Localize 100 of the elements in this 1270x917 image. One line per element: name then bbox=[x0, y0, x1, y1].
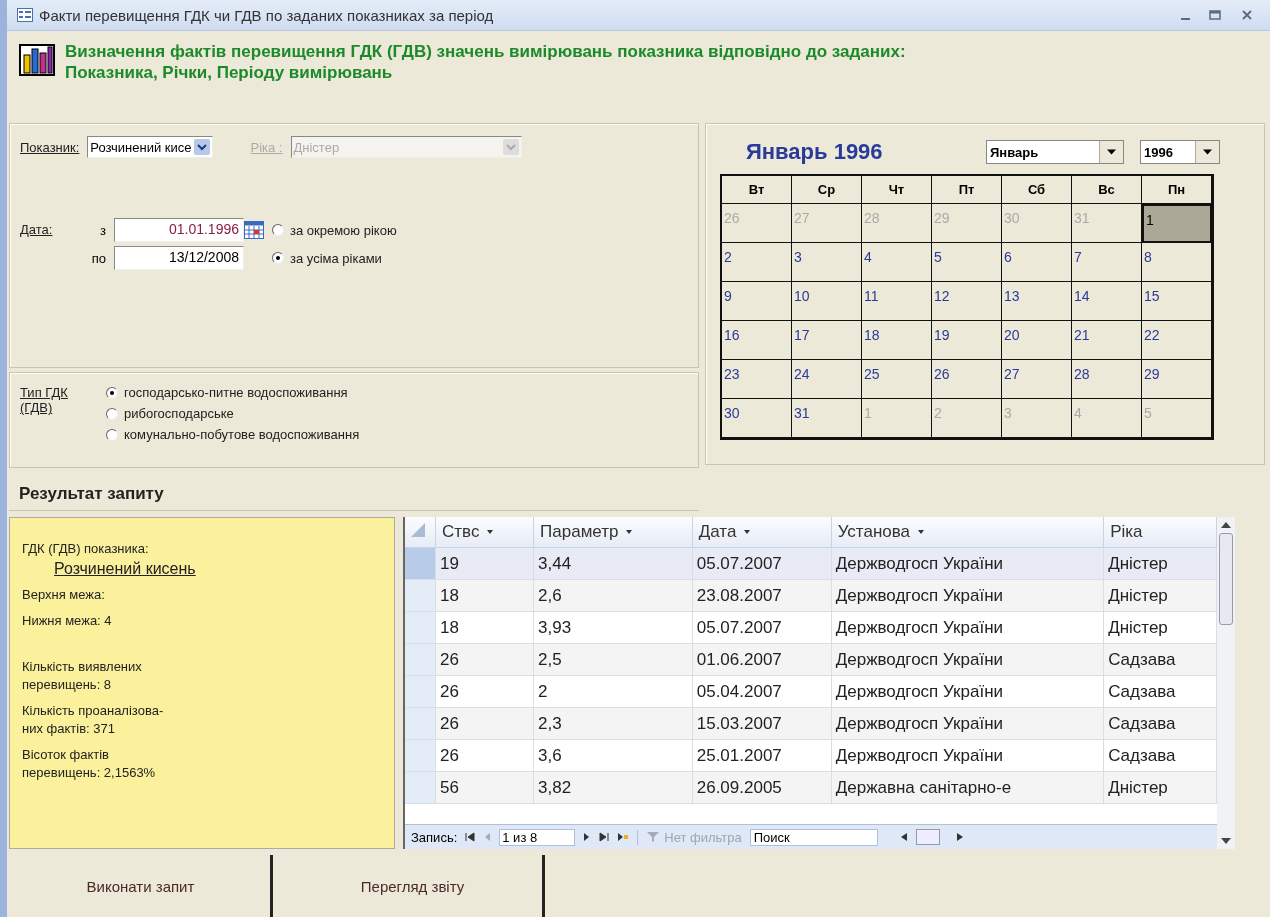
river-label: Ріка : bbox=[250, 139, 283, 155]
radio-button[interactable] bbox=[106, 407, 118, 420]
scroll-thumb[interactable] bbox=[915, 829, 940, 845]
calendar-day[interactable]: 28 bbox=[1072, 360, 1142, 399]
previous-record-icon bbox=[483, 832, 492, 842]
table-cell: 18 bbox=[435, 611, 534, 644]
indicator-dropdown[interactable]: Розчинений кисе bbox=[87, 136, 213, 158]
indicator-name: Розчинений кисень bbox=[53, 560, 197, 578]
table-cell: 2,5 bbox=[533, 643, 693, 676]
vertical-scrollbar[interactable] bbox=[1217, 517, 1235, 849]
calendar-day[interactable]: 7 bbox=[1072, 243, 1142, 282]
record-number-field[interactable]: 1 из 8 bbox=[499, 828, 576, 846]
table-cell: 26 bbox=[435, 675, 534, 708]
table-cell: Дністер bbox=[1103, 579, 1217, 612]
calendar-day[interactable]: 24 bbox=[792, 360, 862, 399]
search-field[interactable]: Поиск bbox=[749, 828, 878, 846]
table-cell: 01.06.2007 bbox=[692, 643, 832, 676]
calendar-day[interactable]: 19 bbox=[932, 321, 1002, 360]
indicator-label: Показник: bbox=[20, 139, 80, 155]
date-label: Дата: bbox=[20, 221, 54, 237]
table-cell: 2,6 bbox=[533, 579, 693, 612]
column-header[interactable]: Дата bbox=[692, 517, 832, 548]
table-cell: 18 bbox=[435, 579, 534, 612]
calendar-day[interactable]: 6 bbox=[1002, 243, 1072, 282]
horizontal-scrollbar[interactable] bbox=[899, 829, 964, 845]
calendar-icon bbox=[244, 221, 264, 239]
limit-type-label: Тип ГДК (ГДВ) bbox=[20, 385, 69, 417]
table-cell: 26 bbox=[435, 739, 534, 772]
table-cell: 3,93 bbox=[533, 611, 693, 644]
table-cell: 3,6 bbox=[533, 739, 693, 772]
weekday-header: Вт bbox=[722, 176, 792, 204]
column-header[interactable]: Параметр bbox=[533, 517, 693, 548]
calendar-day[interactable]: 26 bbox=[932, 360, 1002, 399]
calendar-day[interactable]: 25 bbox=[862, 360, 932, 399]
calendar-day[interactable]: 16 bbox=[722, 321, 792, 360]
radio-button[interactable] bbox=[272, 224, 284, 236]
window-title: Факти перевищення ГДК чи ГДВ по заданих показниках за період bbox=[39, 6, 495, 24]
calendar-day[interactable]: 22 bbox=[1142, 321, 1212, 360]
calendar-day[interactable]: 5 bbox=[932, 243, 1002, 282]
radio-button[interactable] bbox=[106, 386, 118, 399]
table-cell: 25.01.2007 bbox=[692, 739, 832, 772]
last-record-icon bbox=[599, 832, 610, 842]
minimize-icon bbox=[1181, 18, 1190, 20]
radio-label: за усіма ріками bbox=[290, 250, 382, 266]
calendar-day[interactable]: 18 bbox=[862, 321, 932, 360]
table-cell: 56 bbox=[435, 771, 534, 804]
table-cell: 05.04.2007 bbox=[692, 675, 832, 708]
calendar-day[interactable]: 2 bbox=[722, 243, 792, 282]
calendar-day[interactable]: 8 bbox=[1142, 243, 1212, 282]
column-header[interactable]: Ствс bbox=[435, 517, 534, 548]
row-selector[interactable] bbox=[405, 547, 436, 580]
year-dropdown[interactable]: 1996 bbox=[1140, 140, 1220, 164]
calendar-day[interactable]: 14 bbox=[1072, 282, 1142, 321]
month-dropdown[interactable]: Январь bbox=[986, 140, 1124, 164]
column-header[interactable]: Ріка bbox=[1103, 517, 1217, 548]
table-cell: Дністер bbox=[1103, 547, 1217, 580]
weekday-header: Чт bbox=[862, 176, 932, 204]
calendar-day[interactable]: 23 bbox=[722, 360, 792, 399]
table-cell: Садзава bbox=[1103, 707, 1217, 740]
summary-text: Нижня межа: 4 bbox=[22, 612, 113, 630]
table-cell: Садзава bbox=[1103, 739, 1217, 772]
calendar-day[interactable]: 20 bbox=[1002, 321, 1072, 360]
column-header[interactable]: Установа bbox=[831, 517, 1104, 548]
radio-button[interactable] bbox=[106, 428, 118, 441]
table-cell: 26.09.2005 bbox=[692, 771, 832, 804]
table-cell: 05.07.2007 bbox=[692, 547, 832, 580]
table-cell: Держводгосп України bbox=[831, 547, 1104, 580]
table-cell: Садзава bbox=[1103, 643, 1217, 676]
radio-button[interactable] bbox=[272, 252, 284, 264]
calendar-day[interactable]: 1 bbox=[1142, 204, 1212, 243]
from-date-field[interactable]: 01.01.1996 bbox=[114, 218, 244, 242]
calendar-day[interactable]: 13 bbox=[1002, 282, 1072, 321]
to-date-field[interactable]: 13/12/2008 bbox=[114, 246, 244, 270]
funnel-icon bbox=[646, 831, 661, 843]
calendar-day[interactable]: 15 bbox=[1142, 282, 1212, 321]
calendar-day[interactable]: 11 bbox=[862, 282, 932, 321]
summary-text: Кількість проаналізова- них фактів: 371 bbox=[22, 702, 165, 738]
calendar-day[interactable]: 21 bbox=[1072, 321, 1142, 360]
radio-label: комунально-побутове водоспоживання bbox=[124, 427, 360, 442]
table-cell: Держводгосп України bbox=[831, 707, 1104, 740]
calendar-day[interactable]: 4 bbox=[862, 243, 932, 282]
scroll-right-icon bbox=[955, 832, 964, 842]
calendar-day[interactable]: 30 bbox=[722, 399, 792, 438]
radio-label: рибогосподарське bbox=[124, 406, 234, 421]
calendar-day[interactable]: 31 bbox=[792, 399, 862, 438]
select-all-corner[interactable] bbox=[405, 517, 436, 548]
table-cell: Дністер bbox=[1103, 771, 1217, 804]
calendar-day[interactable]: 10 bbox=[792, 282, 862, 321]
scroll-thumb[interactable] bbox=[1219, 533, 1233, 625]
scroll-up-icon bbox=[1220, 521, 1232, 529]
calendar-day[interactable]: 9 bbox=[722, 282, 792, 321]
table-cell: 15.03.2007 bbox=[692, 707, 832, 740]
calendar-day[interactable]: 3 bbox=[792, 243, 862, 282]
calendar-day[interactable]: 29 bbox=[1142, 360, 1212, 399]
from-label: з bbox=[99, 222, 107, 238]
scroll-left-icon bbox=[899, 832, 908, 842]
calendar-day[interactable]: 17 bbox=[792, 321, 862, 360]
calendar-day[interactable]: 12 bbox=[932, 282, 1002, 321]
calendar-day[interactable]: 27 bbox=[1002, 360, 1072, 399]
table-cell: 26 bbox=[435, 707, 534, 740]
